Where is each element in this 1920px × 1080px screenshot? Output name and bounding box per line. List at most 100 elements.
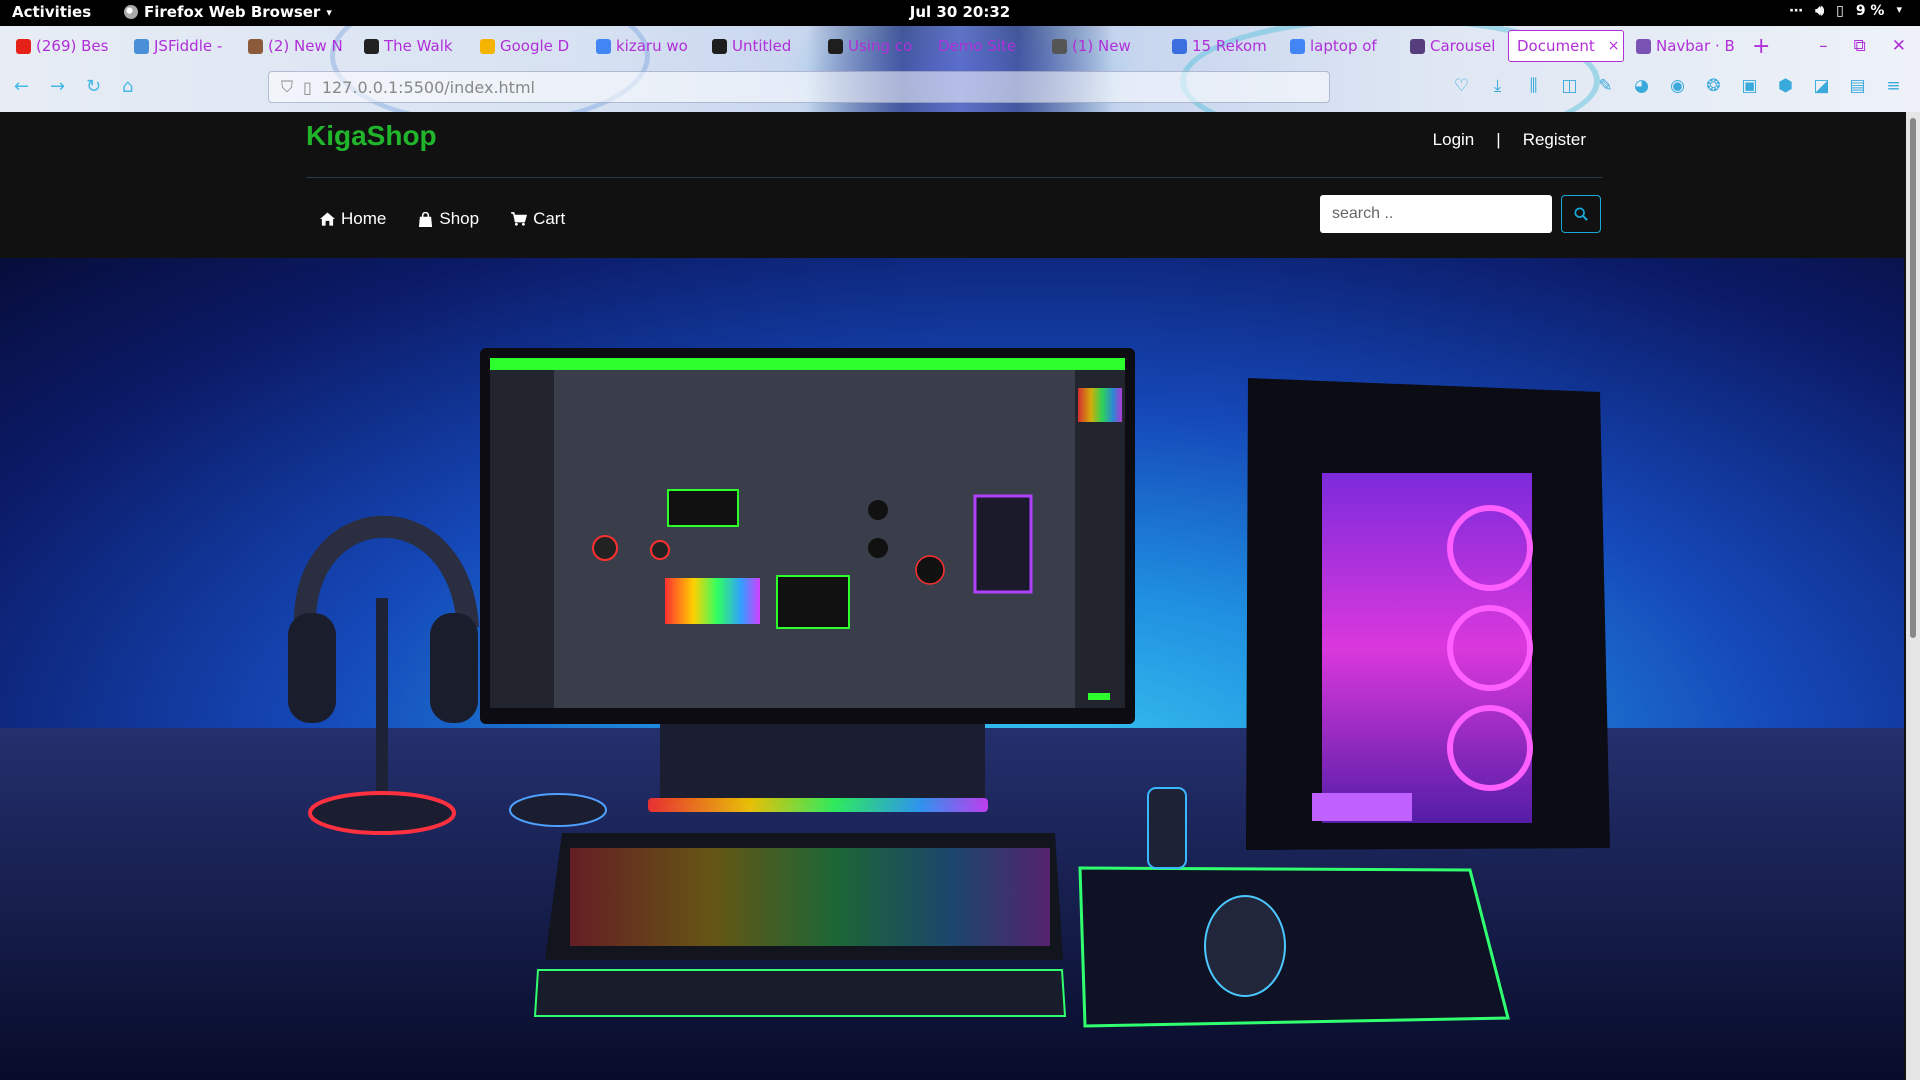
search-button[interactable] (1561, 195, 1601, 233)
codepen-icon (828, 38, 843, 54)
browser-tab[interactable]: Google D (472, 30, 582, 62)
network-icon: ⋯ (1789, 3, 1804, 19)
reload-icon[interactable]: ↻ (86, 76, 101, 97)
browser-tab[interactable]: (2) New N (240, 30, 350, 62)
nav-home-label: Home (341, 209, 387, 228)
browser-tab-label: Document (1517, 37, 1595, 55)
toolbar-icons: ♡ ⤓ ⫼ ◫ ✎ ◕ ◉ ❂ ▣ ⬢ ◪ ▤ ≡ (1452, 76, 1903, 96)
browser-tab[interactable]: Navbar · B (1628, 30, 1738, 62)
browser-tab-label: Demo Site (938, 37, 1017, 55)
extension-icon[interactable]: ❂ (1704, 76, 1723, 96)
minimize-icon[interactable]: – (1819, 36, 1828, 56)
browser-tab-label: Using co (848, 37, 913, 55)
login-link[interactable]: Login (1433, 130, 1475, 150)
forward-icon[interactable]: → (50, 76, 65, 97)
browser-tab[interactable]: (1) New (1044, 30, 1158, 62)
search-input[interactable] (1320, 195, 1552, 233)
bootstrap-icon (1636, 38, 1651, 54)
browser-tab[interactable]: 15 Rekom (1164, 30, 1276, 62)
adblock-icon[interactable]: ⬢ (1776, 76, 1795, 96)
mouse-dock (1147, 787, 1187, 869)
close-tab-icon[interactable]: × (1608, 38, 1620, 54)
extension-icon[interactable]: ◪ (1812, 76, 1831, 96)
nav-home[interactable]: Home (320, 209, 386, 229)
keyboard (533, 833, 1067, 1017)
pocket-icon[interactable]: ♡ (1452, 76, 1471, 96)
avatar-icon (248, 38, 263, 54)
home-icon (320, 212, 335, 226)
site-header: KigaShop Login | Register Home Shop Cart (0, 112, 1904, 258)
home-icon[interactable]: ⌂ (122, 76, 133, 97)
app-menu-label: Firefox Web Browser (144, 3, 321, 21)
wrench-icon[interactable]: ✎ (1596, 76, 1615, 96)
nav-shop-label: Shop (439, 209, 480, 228)
google-icon (596, 38, 611, 54)
page-scrollbar[interactable] (1906, 112, 1920, 1080)
gaming-setup-illustration (0, 348, 1904, 1080)
browser-tab-label: Carousel (1430, 37, 1496, 55)
browser-tab[interactable]: (269) Bes (8, 30, 118, 62)
browser-tab[interactable]: Document × (1508, 30, 1624, 62)
register-link[interactable]: Register (1523, 130, 1586, 150)
google-icon (1290, 38, 1305, 54)
plus-icon: + (1752, 33, 1771, 59)
site-logo[interactable]: KigaShop (306, 120, 437, 152)
extension-icon[interactable]: ◉ (1668, 76, 1687, 96)
cloud-icon (134, 38, 149, 54)
address-bar[interactable]: ⛉ ▯ 127.0.0.1:5500/index.html (268, 71, 1330, 103)
system-tray[interactable]: ⋯ 🔊︎ ▯ 9 % ▾ (1789, 3, 1902, 19)
youtube-icon (16, 38, 31, 54)
chevron-down-icon: ▾ (1896, 3, 1902, 16)
doc-icon (364, 38, 379, 54)
download-icon[interactable]: ⤓ (1488, 76, 1507, 96)
shopping-bag-icon (419, 211, 433, 227)
activities-button[interactable]: Activities (12, 3, 91, 21)
nav-cart[interactable]: Cart (511, 209, 565, 229)
browser-tab-label: The Walk (384, 37, 453, 55)
extension-icon[interactable]: ◕ (1632, 76, 1651, 96)
browser-tab[interactable]: laptop of (1282, 30, 1396, 62)
browser-tab[interactable]: Demo Site (930, 30, 1038, 62)
pc-case (1246, 378, 1610, 850)
browser-tab[interactable]: Using co (820, 30, 924, 62)
search-icon (1574, 207, 1588, 221)
figma-icon (712, 38, 727, 54)
close-icon[interactable]: ✕ (1892, 36, 1906, 56)
browser-tab-label: (2) New N (268, 37, 343, 55)
sidebar-icon[interactable]: ◫ (1560, 76, 1579, 96)
clock[interactable]: Jul 30 20:32 (910, 3, 1010, 21)
volume-icon: 🔊︎ (1815, 3, 1825, 19)
browser-tab[interactable]: The Walk (356, 30, 466, 62)
browser-tab-label: (269) Bes (36, 37, 109, 55)
app-menu[interactable]: Firefox Web Browser ▾ (124, 3, 332, 21)
chevron-down-icon: ▾ (326, 5, 332, 19)
restore-icon[interactable]: ⧉ (1854, 36, 1866, 56)
back-icon[interactable]: ← (14, 76, 29, 97)
library-icon[interactable]: ⫼ (1524, 76, 1543, 96)
new-tab-button[interactable]: + (1752, 30, 1770, 62)
tab-strip: (269) Bes JSFiddle - (2) New N The Walk Goog… (0, 30, 1920, 62)
browser-tab[interactable]: Untitled (704, 30, 814, 62)
url-text: 127.0.0.1:5500/index.html (321, 77, 535, 97)
browser-tab[interactable]: kizaru wo (588, 30, 698, 62)
nav-cart-label: Cart (533, 209, 566, 228)
extension-icon[interactable]: ▤ (1848, 76, 1867, 96)
browser-tab[interactable]: JSFiddle - (126, 30, 234, 62)
nav-shop[interactable]: Shop (418, 209, 479, 229)
auth-links: Login | Register (1433, 130, 1586, 150)
browser-tab-label: Untitled (732, 37, 792, 55)
page-icon: ▯ (303, 77, 312, 97)
blog-icon (1172, 38, 1187, 54)
web-page: KigaShop Login | Register Home Shop Cart (0, 112, 1904, 1080)
browser-chrome: (269) Bes JSFiddle - (2) New N The Walk Goog… (0, 26, 1920, 112)
scrollbar-thumb[interactable] (1910, 118, 1916, 638)
browser-tab-label: laptop of (1310, 37, 1377, 55)
browser-tab-label: Navbar · B (1656, 37, 1735, 55)
browser-tab[interactable]: Carousel (1402, 30, 1500, 62)
main-nav: Home Shop Cart (320, 209, 565, 229)
menu-icon[interactable]: ≡ (1884, 76, 1903, 96)
browser-tab-label: JSFiddle - (154, 37, 223, 55)
hero-banner-image (0, 258, 1904, 1080)
bootstrap-icon (1410, 38, 1425, 54)
extension-icon[interactable]: ▣ (1740, 76, 1759, 96)
